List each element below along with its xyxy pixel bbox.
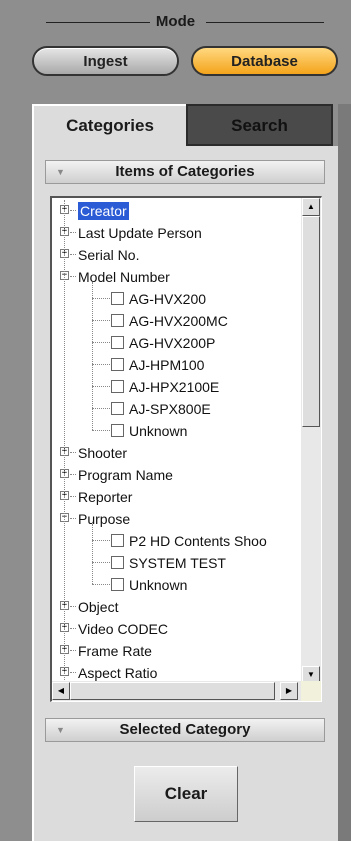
item-checkbox[interactable] — [111, 556, 124, 569]
database-mode-button[interactable]: Database — [191, 46, 338, 76]
category-tree-view[interactable]: + Creator + Last Update Person + Serial No. − M… — [50, 196, 322, 702]
tree-connector — [92, 408, 110, 409]
collapse-triangle-icon: ▼ — [56, 167, 65, 177]
tree-connector — [92, 320, 110, 321]
tree-category-item[interactable]: + Video CODEC — [56, 618, 300, 640]
tree-connector — [70, 628, 76, 629]
tree-item-label: SYSTEM TEST — [129, 555, 226, 571]
right-arrow-icon: ▶ — [285, 686, 293, 695]
item-checkbox[interactable] — [111, 314, 124, 327]
tree-item-label: Object — [78, 599, 119, 615]
items-of-categories-title: Items of Categories — [115, 163, 255, 180]
selected-category-title: Selected Category — [119, 721, 251, 738]
category-tree: + Creator + Last Update Person + Serial No. − M… — [56, 200, 300, 684]
tree-category-item[interactable]: + Object — [56, 596, 300, 618]
tab-search[interactable]: Search — [186, 104, 333, 146]
item-checkbox[interactable] — [111, 358, 124, 371]
tree-item-label: Last Update Person — [78, 225, 202, 241]
item-checkbox[interactable] — [111, 534, 124, 547]
tree-item-label: Frame Rate — [78, 643, 152, 659]
tree-connector — [70, 254, 76, 255]
tree-connector — [92, 430, 110, 431]
tree-category-item[interactable]: + Reporter — [56, 486, 300, 508]
tree-item-label: AG-HVX200P — [129, 335, 216, 351]
vertical-scroll-thumb[interactable] — [302, 216, 320, 427]
left-arrow-icon: ◀ — [57, 686, 65, 695]
tree-connector — [92, 540, 110, 541]
scroll-left-button[interactable]: ◀ — [52, 682, 70, 700]
tree-item-label: AG-HVX200 — [129, 291, 207, 307]
mode-divider-right — [206, 22, 324, 23]
scroll-right-button[interactable]: ▶ — [280, 682, 298, 700]
tree-connector — [70, 518, 76, 519]
horizontal-scroll-thumb[interactable] — [70, 682, 275, 700]
tree-item-label: AG-HVX200MC — [129, 313, 228, 329]
tree-item-label: Creator — [78, 202, 129, 220]
tree-item-label: Video CODEC — [78, 621, 169, 637]
tree-item-label: AJ-HPX2100E — [129, 379, 220, 395]
item-checkbox[interactable] — [111, 292, 124, 305]
scroll-up-button[interactable]: ▲ — [302, 198, 320, 216]
tree-connector — [70, 232, 76, 233]
tree-root-line — [64, 200, 65, 684]
ingest-mode-button[interactable]: Ingest — [32, 46, 179, 76]
tree-item-label: Aspect Ratio — [78, 665, 158, 681]
tree-category-item[interactable]: + Last Update Person — [56, 222, 300, 244]
tree-item-label: Serial No. — [78, 247, 140, 263]
tree-connector — [70, 276, 76, 277]
tree-item-label: Reporter — [78, 489, 133, 505]
up-arrow-icon: ▲ — [307, 202, 315, 211]
tree-connector — [70, 650, 76, 651]
tree-item-label: AJ-SPX800E — [129, 401, 211, 417]
tree-connector — [92, 386, 110, 387]
selected-category-header[interactable]: ▼ Selected Category — [45, 718, 325, 742]
tree-connector — [92, 342, 110, 343]
tree-item-label: Program Name — [78, 467, 173, 483]
tree-connector — [92, 584, 110, 585]
tree-item-label: Shooter — [78, 445, 128, 461]
tree-connector — [70, 496, 76, 497]
tree-connector — [70, 606, 76, 607]
item-checkbox[interactable] — [111, 380, 124, 393]
tree-category-item[interactable]: + Serial No. — [56, 244, 300, 266]
tree-connector — [70, 672, 76, 673]
tree-connector — [70, 210, 76, 211]
tree-group-line — [92, 524, 93, 584]
tree-connector — [92, 562, 110, 563]
tab-categories[interactable]: Categories — [32, 104, 186, 148]
tree-category-item[interactable]: + Frame Rate — [56, 640, 300, 662]
item-checkbox[interactable] — [111, 336, 124, 349]
tree-item-label: Purpose — [78, 511, 131, 527]
down-arrow-icon: ▼ — [307, 670, 315, 679]
tree-item-label: AJ-HPM100 — [129, 357, 205, 373]
tree-group-line — [92, 282, 93, 430]
tree-item-label: Unknown — [129, 423, 188, 439]
items-of-categories-header[interactable]: ▼ Items of Categories — [45, 160, 325, 184]
tree-category-item[interactable]: + Creator — [56, 200, 300, 222]
scrollbar-corner — [301, 681, 321, 701]
tree-connector — [70, 474, 76, 475]
tree-connector — [70, 452, 76, 453]
tree-connector — [92, 364, 110, 365]
panel-edge — [338, 104, 351, 841]
vertical-scrollbar[interactable]: ▲ ▼ — [301, 198, 321, 684]
horizontal-scrollbar[interactable]: ◀ ▶ — [52, 681, 302, 701]
tree-category-item[interactable]: + Shooter — [56, 442, 300, 464]
tree-category-item[interactable]: + Program Name — [56, 464, 300, 486]
collapse-triangle-icon: ▼ — [56, 725, 65, 735]
item-checkbox[interactable] — [111, 578, 124, 591]
clear-button[interactable]: Clear — [134, 766, 238, 822]
tree-connector — [92, 298, 110, 299]
tree-item-label: Unknown — [129, 577, 188, 593]
tree-item-label: P2 HD Contents Shoo — [129, 533, 267, 549]
item-checkbox[interactable] — [111, 424, 124, 437]
item-checkbox[interactable] — [111, 402, 124, 415]
